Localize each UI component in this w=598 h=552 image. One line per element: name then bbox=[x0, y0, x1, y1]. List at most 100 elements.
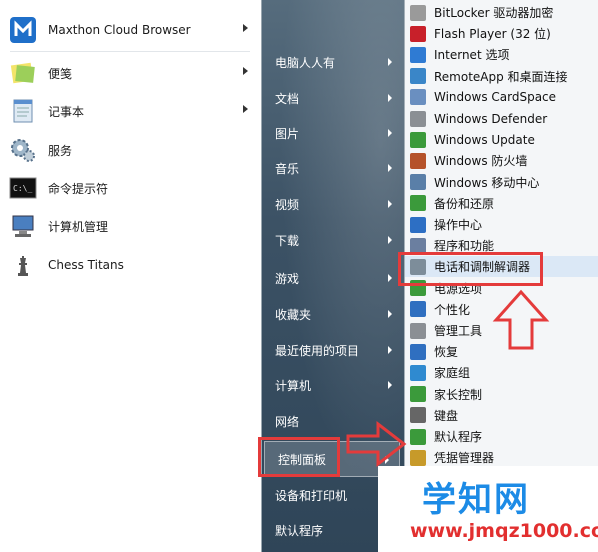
control-panel-item-label: 个性化 bbox=[434, 302, 471, 317]
control-panel-item-label: 操作中心 bbox=[434, 218, 483, 232]
default-programs-icon bbox=[410, 428, 426, 445]
program-notepad[interactable]: 记事本 bbox=[6, 94, 256, 128]
program-command-prompt[interactable]: C:\_ 命令提示符 bbox=[6, 171, 256, 205]
places-item-label: 文档 bbox=[275, 91, 300, 106]
control-panel-item-label: 管理工具 bbox=[434, 324, 483, 338]
internet-options-icon bbox=[410, 46, 426, 63]
places-item-favorites[interactable]: 收藏夹 bbox=[262, 296, 402, 332]
program-sticky-notes[interactable]: 便笺 bbox=[6, 56, 256, 90]
control-panel-item[interactable]: Windows Defender bbox=[405, 108, 598, 129]
submenu-arrow-icon[interactable] bbox=[243, 24, 248, 32]
flash-icon bbox=[410, 25, 426, 42]
computer-management-icon bbox=[12, 215, 34, 237]
start-menu-programs-pane: Maxthon Cloud Browser 便笺 记事本 服务 C:\_ 命令提… bbox=[0, 0, 262, 552]
places-item-label: 下载 bbox=[275, 233, 300, 248]
submenu-arrow-icon[interactable] bbox=[388, 381, 392, 389]
svg-text:C:\_: C:\_ bbox=[13, 184, 32, 193]
maxthon-icon bbox=[10, 17, 36, 43]
program-label: 便笺 bbox=[48, 66, 73, 81]
watermark: 学知网 www.jmqz1000.com bbox=[378, 466, 598, 552]
control-panel-item-label: Windows Update bbox=[434, 132, 535, 147]
places-item-computer[interactable]: 计算机 bbox=[262, 367, 402, 403]
places-item-label: 网络 bbox=[275, 414, 300, 429]
defender-icon bbox=[410, 110, 426, 127]
places-item-music[interactable]: 音乐 bbox=[262, 150, 402, 186]
submenu-arrow-icon[interactable] bbox=[243, 105, 248, 113]
program-label: Maxthon Cloud Browser bbox=[48, 23, 191, 37]
program-chess-titans[interactable]: Chess Titans bbox=[6, 248, 256, 282]
annotation-arrow-up-icon bbox=[492, 289, 550, 350]
remoteapp-icon bbox=[410, 68, 426, 85]
places-item-label: 设备和打印机 bbox=[275, 488, 348, 503]
control-panel-item[interactable]: Windows Update bbox=[405, 129, 598, 150]
places-item-recent-items[interactable]: 最近使用的项目 bbox=[262, 332, 402, 368]
places-item-videos[interactable]: 视频 bbox=[262, 186, 402, 222]
control-panel-item-label: Windows 防火墙 bbox=[434, 154, 528, 169]
control-panel-item[interactable]: Flash Player (32 位) bbox=[405, 23, 598, 44]
control-panel-item[interactable]: 操作中心 bbox=[405, 214, 598, 235]
submenu-arrow-icon[interactable] bbox=[388, 274, 392, 282]
personalization-icon bbox=[410, 301, 426, 318]
notepad-icon bbox=[13, 99, 33, 123]
program-label: 服务 bbox=[48, 143, 73, 158]
watermark-title: 学知网 bbox=[422, 480, 530, 520]
submenu-arrow-icon[interactable] bbox=[388, 164, 392, 172]
places-item-label: 音乐 bbox=[275, 161, 300, 176]
places-item-label: 收藏夹 bbox=[275, 307, 312, 322]
program-computer-management[interactable]: 计算机管理 bbox=[6, 209, 256, 243]
places-item-downloads[interactable]: 下载 bbox=[262, 222, 402, 258]
annotation-arrow-right-icon bbox=[346, 420, 407, 468]
control-panel-item-label: RemoteApp 和桌面连接 bbox=[434, 69, 568, 84]
control-panel-item[interactable]: 家长控制 bbox=[405, 384, 598, 405]
control-panel-item[interactable]: 默认程序 bbox=[405, 426, 598, 447]
control-panel-item[interactable]: Windows CardSpace bbox=[405, 87, 598, 108]
cardspace-icon bbox=[410, 89, 426, 106]
places-item-user-folder[interactable]: 电脑人人有 bbox=[262, 44, 402, 80]
control-panel-item-label: BitLocker 驱动器加密 bbox=[434, 6, 554, 20]
submenu-arrow-icon[interactable] bbox=[388, 58, 392, 66]
control-panel-item[interactable]: 备份和还原 bbox=[405, 193, 598, 214]
places-item-label: 游戏 bbox=[275, 271, 300, 286]
places-item-label: 最近使用的项目 bbox=[275, 343, 360, 358]
control-panel-item[interactable]: Internet 选项 bbox=[405, 44, 598, 65]
submenu-arrow-icon[interactable] bbox=[388, 200, 392, 208]
chess-icon bbox=[18, 256, 28, 276]
control-panel-item[interactable]: Windows 移动中心 bbox=[405, 172, 598, 193]
program-label: Chess Titans bbox=[48, 258, 124, 272]
places-item-label: 计算机 bbox=[275, 378, 312, 393]
program-services[interactable]: 服务 bbox=[6, 133, 256, 167]
control-panel-item-label: 默认程序 bbox=[434, 430, 483, 444]
control-panel-item-label: 键盘 bbox=[434, 408, 459, 423]
control-panel-item-label: 家长控制 bbox=[434, 387, 483, 402]
parental-controls-icon bbox=[410, 386, 426, 403]
control-panel-item[interactable]: RemoteApp 和桌面连接 bbox=[405, 66, 598, 87]
program-label: 计算机管理 bbox=[48, 219, 109, 234]
control-panel-item[interactable]: Windows 防火墙 bbox=[405, 150, 598, 171]
submenu-arrow-icon[interactable] bbox=[388, 129, 392, 137]
sticky-notes-icon bbox=[10, 62, 35, 84]
watermark-url: www.jmqz1000.com bbox=[410, 520, 598, 542]
mobility-center-icon bbox=[410, 174, 426, 191]
windows-update-icon bbox=[410, 131, 426, 148]
services-gear-icon bbox=[11, 139, 35, 162]
places-item-pictures[interactable]: 图片 bbox=[262, 115, 402, 151]
places-item-label: 图片 bbox=[275, 126, 300, 141]
submenu-arrow-icon[interactable] bbox=[243, 67, 248, 75]
places-item-label: 电脑人人有 bbox=[275, 55, 336, 70]
places-item-games[interactable]: 游戏 bbox=[262, 260, 402, 296]
submenu-arrow-icon[interactable] bbox=[388, 310, 392, 318]
submenu-arrow-icon[interactable] bbox=[388, 94, 392, 102]
submenu-arrow-icon[interactable] bbox=[388, 346, 392, 354]
submenu-arrow-icon[interactable] bbox=[388, 236, 392, 244]
program-maxthon[interactable]: Maxthon Cloud Browser bbox=[6, 13, 256, 47]
control-panel-item-label: Windows CardSpace bbox=[434, 90, 557, 105]
program-label: 命令提示符 bbox=[48, 181, 109, 196]
control-panel-item[interactable]: 家庭组 bbox=[405, 362, 598, 383]
control-panel-item-label: 备份和还原 bbox=[434, 196, 495, 211]
places-item-documents[interactable]: 文档 bbox=[262, 80, 402, 116]
control-panel-item[interactable]: BitLocker 驱动器加密 bbox=[405, 2, 598, 23]
control-panel-item-label: 恢复 bbox=[434, 345, 459, 360]
control-panel-item[interactable]: 键盘 bbox=[405, 405, 598, 426]
annotation-box-phone-modem bbox=[398, 252, 543, 286]
program-label: 记事本 bbox=[48, 104, 85, 119]
